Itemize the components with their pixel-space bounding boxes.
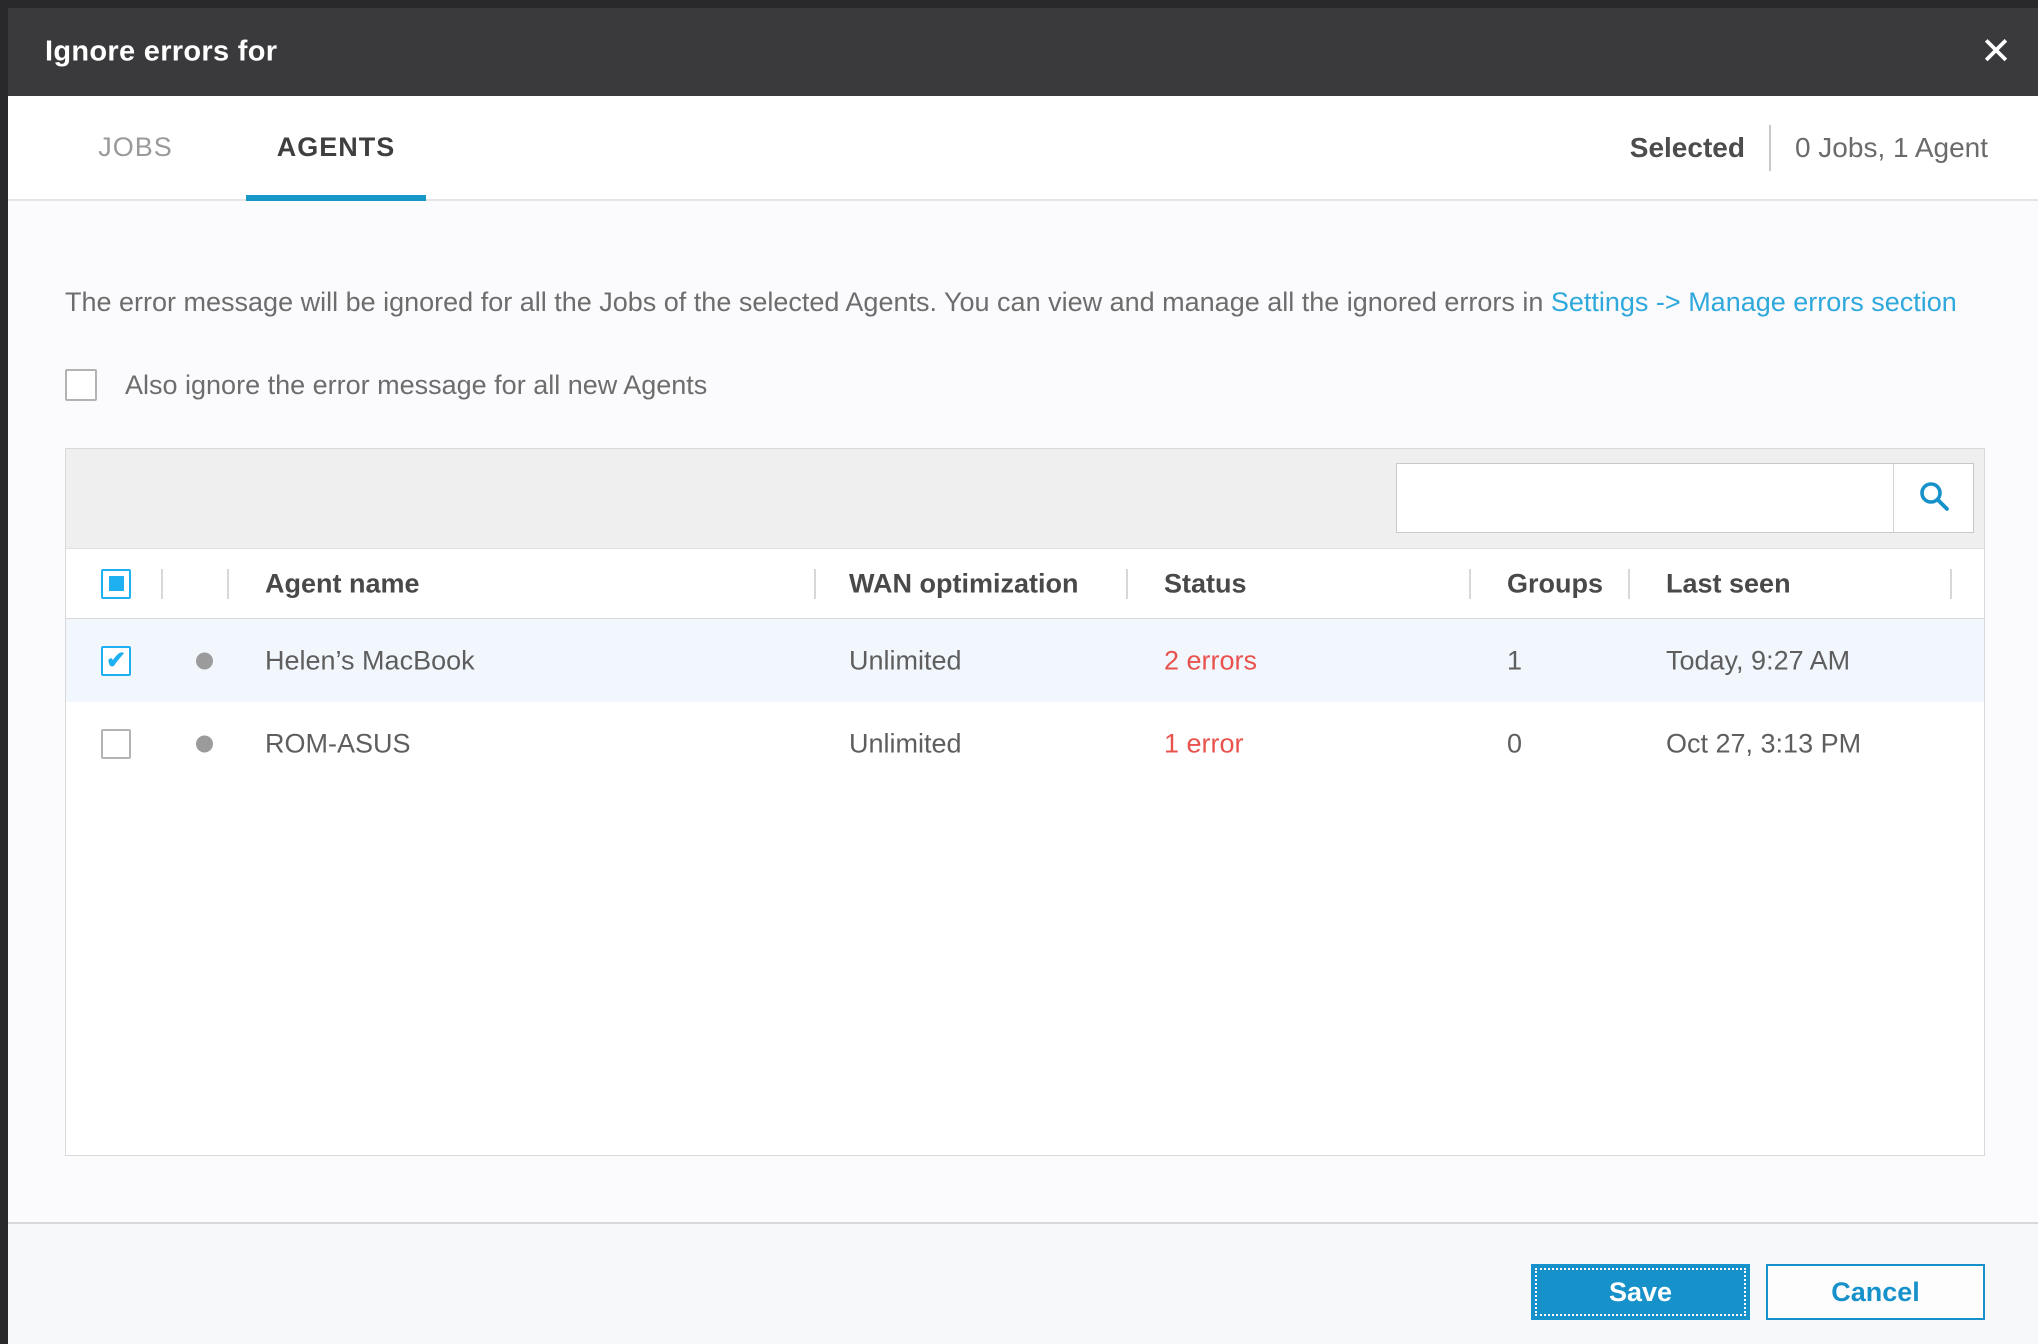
cell-status[interactable]: 2 errors: [1164, 645, 1257, 676]
agent-status-dot: [196, 652, 213, 669]
cancel-button[interactable]: Cancel: [1766, 1264, 1985, 1320]
close-icon[interactable]: ✕: [1972, 29, 2020, 75]
cell-groups: 0: [1507, 728, 1523, 758]
table-row[interactable]: ✔ Helen’s MacBook Unlimited 2 errors 1 T…: [66, 619, 1984, 702]
cell-agent-name: Helen’s MacBook: [265, 645, 475, 675]
check-icon: ✔: [105, 646, 127, 674]
indeterminate-mark: [108, 576, 124, 591]
cell-status[interactable]: 1 error: [1164, 728, 1244, 759]
column-header-status[interactable]: Status: [1164, 568, 1247, 599]
column-divider: [814, 568, 816, 599]
cell-groups: 1: [1507, 645, 1523, 675]
tab-agents[interactable]: AGENTS: [246, 96, 426, 201]
save-button[interactable]: Save: [1531, 1264, 1750, 1320]
summary-divider: [1768, 124, 1771, 171]
ignore-errors-dialog: Ignore errors for ✕ JOBS AGENTS Selected…: [8, 8, 2038, 1344]
select-all-checkbox[interactable]: [101, 568, 131, 599]
selection-summary-value: 0 Jobs, 1 Agent: [1794, 131, 1988, 163]
table-header-row: Agent name WAN optimization Status Group…: [66, 549, 1984, 619]
column-divider: [1628, 568, 1630, 599]
cell-wan: Unlimited: [849, 728, 962, 758]
selection-summary: Selected 0 Jobs, 1 Agent: [1630, 96, 1988, 199]
column-header-agent-name[interactable]: Agent name: [265, 568, 420, 599]
search-button[interactable]: [1893, 464, 1973, 532]
cell-last-seen: Oct 27, 3:13 PM: [1666, 728, 1862, 758]
search-box: [1396, 463, 1974, 533]
column-divider: [1950, 568, 1952, 599]
tab-bar: JOBS AGENTS Selected 0 Jobs, 1 Agent: [8, 96, 2038, 201]
tab-jobs[interactable]: JOBS: [83, 96, 188, 199]
tab-agents-label: AGENTS: [276, 132, 396, 162]
dialog-header: Ignore errors for ✕: [8, 8, 2038, 96]
cell-wan: Unlimited: [849, 645, 962, 675]
search-icon: [1916, 478, 1952, 519]
agents-table: Agent name WAN optimization Status Group…: [65, 448, 1985, 1156]
column-header-last-seen[interactable]: Last seen: [1666, 568, 1791, 599]
column-divider: [1469, 568, 1471, 599]
ignore-new-agents-row: Also ignore the error message for all ne…: [65, 369, 707, 401]
cell-agent-name: ROM-ASUS: [265, 728, 411, 758]
table-toolbar: [66, 449, 1984, 549]
agent-status-dot: [196, 735, 213, 752]
table-row[interactable]: ROM-ASUS Unlimited 1 error 0 Oct 27, 3:1…: [66, 702, 1984, 785]
ignore-new-agents-checkbox[interactable]: [65, 369, 97, 401]
row-checkbox[interactable]: ✔: [101, 645, 131, 676]
dialog-body: The error message will be ignored for al…: [8, 201, 2038, 1222]
column-header-groups[interactable]: Groups: [1507, 568, 1603, 599]
selection-summary-label: Selected: [1629, 131, 1745, 163]
column-divider: [227, 568, 229, 599]
dialog-title: Ignore errors for: [45, 35, 278, 68]
description-text: The error message will be ignored for al…: [65, 287, 1957, 318]
manage-errors-link[interactable]: Settings -> Manage errors section: [1551, 287, 1957, 317]
search-input[interactable]: [1397, 464, 1893, 532]
dialog-footer: Save Cancel: [8, 1222, 2038, 1344]
tab-jobs-label: JOBS: [98, 132, 173, 162]
row-checkbox[interactable]: [101, 728, 131, 759]
cell-last-seen: Today, 9:27 AM: [1666, 645, 1851, 675]
description-plain: The error message will be ignored for al…: [65, 287, 1551, 317]
column-divider: [1126, 568, 1128, 599]
column-divider: [161, 568, 163, 599]
ignore-new-agents-label: Also ignore the error message for all ne…: [125, 369, 708, 400]
column-header-wan-optimization[interactable]: WAN optimization: [849, 568, 1078, 599]
